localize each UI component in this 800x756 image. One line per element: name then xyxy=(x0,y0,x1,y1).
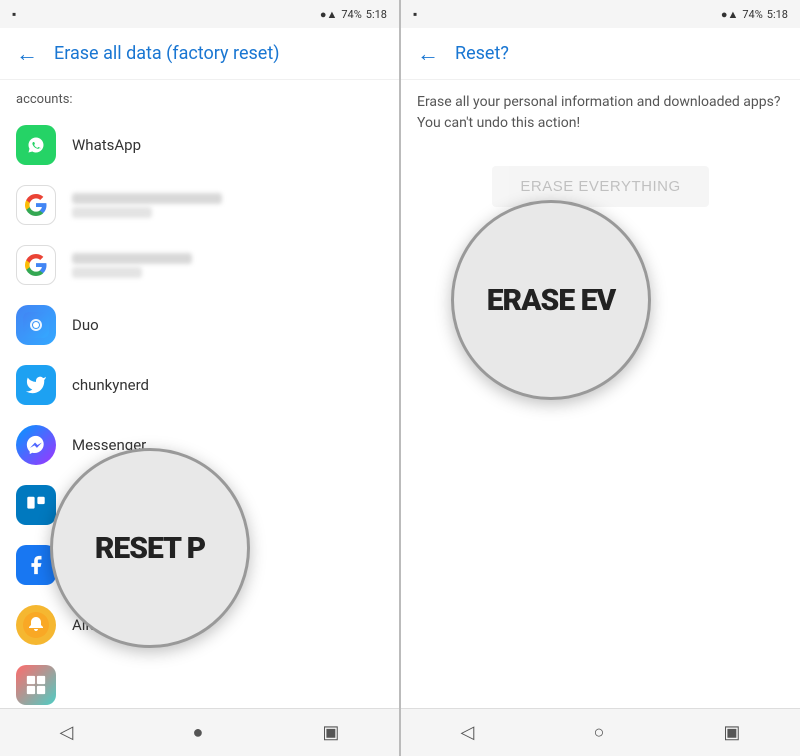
whatsapp-icon xyxy=(16,125,56,165)
right-status-bar: ▪ ●▲ 74% 5:18 xyxy=(401,0,800,28)
left-phone-screen: ▪ ●▲ 74% 5:18 ← Erase all data (factory … xyxy=(0,0,399,756)
twitter-icon xyxy=(16,365,56,405)
right-time: 5:18 xyxy=(767,8,788,21)
google-icon-2 xyxy=(16,245,56,285)
left-magnify-circle: RESET P xyxy=(50,448,250,648)
left-nav-title: Erase all data (factory reset) xyxy=(54,43,279,64)
right-recent-btn[interactable]: ▣ xyxy=(703,714,760,751)
list-item xyxy=(16,235,383,295)
right-nav-title: Reset? xyxy=(455,43,509,64)
list-item: WhatsApp xyxy=(16,115,383,175)
right-status-right: ●▲ 74% 5:18 xyxy=(721,8,788,21)
twitter-label: chunkynerd xyxy=(72,376,149,394)
right-content: Erase all your personal information and … xyxy=(401,80,800,708)
erase-button-area: ERASE EVERYTHING xyxy=(417,166,784,207)
list-item xyxy=(16,655,383,708)
right-back-arrow[interactable]: ← xyxy=(417,41,439,67)
section-accounts-label: accounts: xyxy=(16,92,383,107)
left-back-btn[interactable]: ◁ xyxy=(40,714,94,751)
duo-icon xyxy=(16,305,56,345)
right-nav-bar: ← Reset? xyxy=(401,28,800,80)
left-home-btn[interactable]: ● xyxy=(172,714,223,751)
whatsapp-label: WhatsApp xyxy=(72,136,141,154)
left-recent-btn[interactable]: ▣ xyxy=(302,714,359,751)
google-email-1 xyxy=(72,191,222,220)
left-time: 5:18 xyxy=(366,8,387,21)
list-item xyxy=(16,175,383,235)
left-status-right: ●▲ 74% 5:18 xyxy=(320,8,387,21)
list-item: chunkynerd xyxy=(16,355,383,415)
right-bottom-nav: ◁ ○ ▣ xyxy=(401,708,800,756)
left-nav-bar: ← Erase all data (factory reset) xyxy=(0,28,399,80)
left-battery: 74% xyxy=(341,8,361,21)
left-status-icon: ▪ xyxy=(12,7,16,21)
left-magnify-text: RESET P xyxy=(95,531,205,566)
google-icon-1 xyxy=(16,185,56,225)
right-status-left: ▪ xyxy=(413,7,417,21)
misc-app-icon xyxy=(16,665,56,705)
right-back-btn[interactable]: ◁ xyxy=(441,714,495,751)
right-home-btn[interactable]: ○ xyxy=(573,714,624,751)
right-battery: 74% xyxy=(742,8,762,21)
right-magnify-circle: ERASE EV xyxy=(451,200,651,400)
list-item: Duo xyxy=(16,295,383,355)
reset-description: Erase all your personal information and … xyxy=(417,92,784,134)
erase-button[interactable]: ERASE EVERYTHING xyxy=(492,166,708,207)
trello-icon xyxy=(16,485,56,525)
right-magnify-text: ERASE EV xyxy=(487,283,615,318)
right-signal-icon: ●▲ xyxy=(721,8,739,21)
left-status-left: ▪ xyxy=(12,7,16,21)
messenger-icon xyxy=(16,425,56,465)
duo-label: Duo xyxy=(72,316,99,334)
left-signal-icon: ●▲ xyxy=(320,8,338,21)
google-email-2 xyxy=(72,251,192,280)
left-status-bar: ▪ ●▲ 74% 5:18 xyxy=(0,0,399,28)
right-status-icon: ▪ xyxy=(413,7,417,21)
left-content: accounts: WhatsApp xyxy=(0,80,399,708)
right-phone-screen: ▪ ●▲ 74% 5:18 ← Reset? Erase all your pe… xyxy=(401,0,800,756)
left-back-arrow[interactable]: ← xyxy=(16,41,38,67)
left-bottom-nav: ◁ ● ▣ xyxy=(0,708,399,756)
allo-icon xyxy=(16,605,56,645)
